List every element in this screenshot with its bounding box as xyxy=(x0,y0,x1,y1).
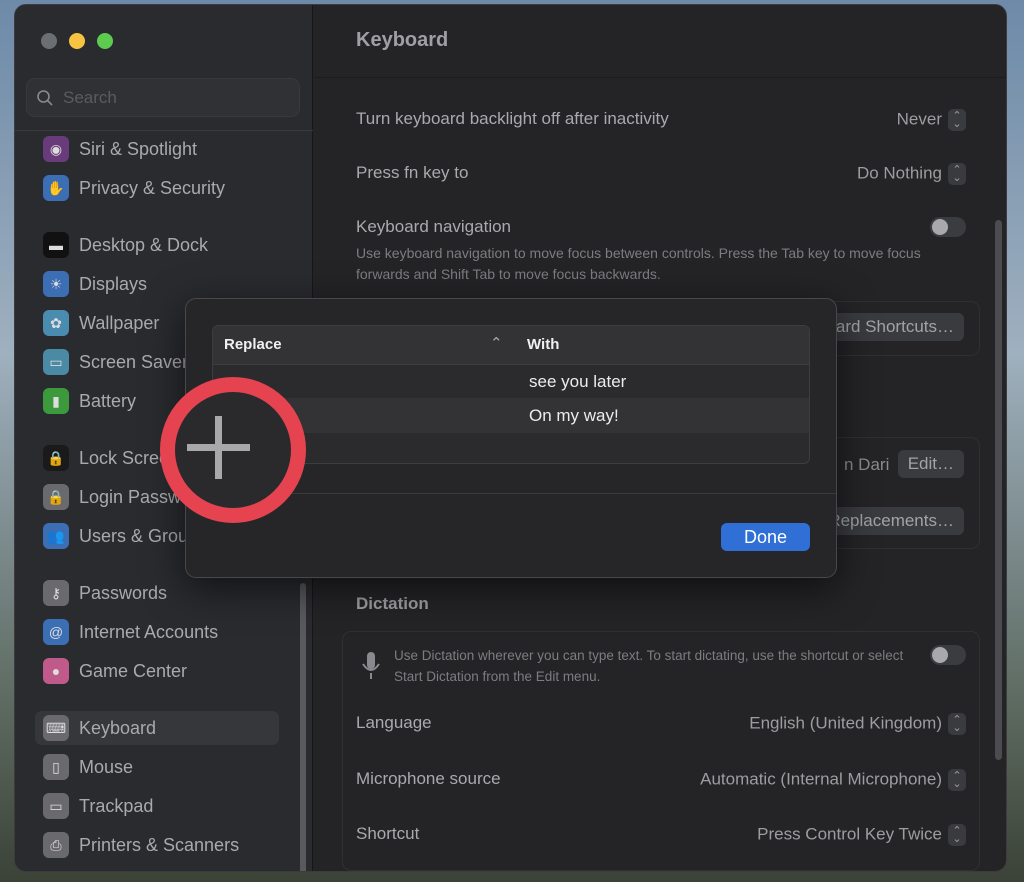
sidebar-item-label: Privacy & Security xyxy=(79,177,226,198)
sidebar-item-label: Mouse xyxy=(79,756,134,777)
minimize-button[interactable] xyxy=(69,33,85,49)
sidebar-item-label: Game Center xyxy=(79,660,188,681)
sidebar-item-desktop-dock[interactable]: ▬ Desktop & Dock xyxy=(35,228,279,262)
screen-saver-icon: ▭ xyxy=(43,349,69,375)
dictation-heading: Dictation xyxy=(356,594,429,613)
game-center-icon: ● xyxy=(43,658,69,684)
language-row: Language English (United Kingdom) ⌃ ⌄ xyxy=(356,713,966,735)
microphone-icon xyxy=(362,652,380,679)
key-icon: ⚷ xyxy=(43,580,69,606)
fn-key-value: Do Nothing xyxy=(856,163,942,183)
sidebar-item-siri-spotlight[interactable]: ◉ Siri & Spotlight xyxy=(35,132,279,166)
printer-icon: ⎙ xyxy=(43,832,69,858)
search-input[interactable]: Search xyxy=(26,78,300,117)
main-scrollbar[interactable] xyxy=(995,220,1002,760)
backlight-label: Turn keyboard backlight off after inacti… xyxy=(356,109,669,128)
table-row[interactable]: see you later xyxy=(213,365,809,399)
sidebar-item-mouse[interactable]: ▯ Mouse xyxy=(35,750,279,784)
sidebar-item-label: Battery xyxy=(79,390,137,411)
sidebar-item-label: Trackpad xyxy=(79,795,154,816)
keyboard-navigation-description: Use keyboard navigation to move focus be… xyxy=(356,245,921,282)
keyboard-navigation-label: Keyboard navigation xyxy=(356,217,512,236)
fn-key-label: Press fn key to xyxy=(356,163,469,182)
done-button[interactable]: Done xyxy=(721,523,810,551)
lock-icon: 🔒 xyxy=(43,445,69,471)
microphone-row: Microphone source Automatic (Internal Mi… xyxy=(356,769,966,791)
sidebar-item-privacy-security[interactable]: ✋ Privacy & Security xyxy=(35,171,279,205)
stepper-icon: ⌃ ⌄ xyxy=(948,109,966,131)
microphone-label: Microphone source xyxy=(356,769,501,788)
microphone-select[interactable]: Automatic (Internal Microphone) ⌃ ⌄ xyxy=(700,769,966,791)
sidebar-item-label: Screen Saver xyxy=(79,351,189,372)
padlock-icon: 🔒 xyxy=(43,484,69,510)
sidebar-item-label: Siri & Spotlight xyxy=(79,138,198,159)
input-source-label: n Dari xyxy=(844,455,890,474)
sidebar-item-label: Internet Accounts xyxy=(79,621,219,642)
search-placeholder: Search xyxy=(63,88,117,107)
sort-ascending-icon[interactable]: ⌃ xyxy=(490,334,503,352)
backlight-value: Never xyxy=(896,109,942,129)
sidebar-item-label: Wallpaper xyxy=(79,312,160,333)
language-value: English (United Kingdom) xyxy=(749,713,942,733)
sidebar-item-trackpad[interactable]: ▭ Trackpad xyxy=(35,789,279,823)
sun-icon: ☀ xyxy=(43,271,69,297)
keyboard-navigation-toggle[interactable] xyxy=(930,217,966,237)
dictation-toggle[interactable] xyxy=(930,645,966,665)
sidebar-item-printers-scanners[interactable]: ⎙ Printers & Scanners xyxy=(35,828,279,862)
siri-icon: ◉ xyxy=(43,136,69,162)
sidebar-item-keyboard[interactable]: ⌨ Keyboard xyxy=(35,711,279,745)
edit-button[interactable]: Edit… xyxy=(897,450,964,478)
keyboard-icon: ⌨ xyxy=(43,715,69,741)
fn-key-select[interactable]: Do Nothing ⌃ ⌄ xyxy=(857,163,966,185)
stepper-icon: ⌃ ⌄ xyxy=(948,824,966,846)
sidebar-item-label: Displays xyxy=(79,273,148,294)
mouse-icon: ▯ xyxy=(43,754,69,780)
sidebar-item-label: Desktop & Dock xyxy=(79,234,209,255)
battery-icon: ▮ xyxy=(43,388,69,414)
with-cell: see you later xyxy=(529,372,627,391)
users-icon: 👥 xyxy=(43,523,69,549)
backlight-row: Turn keyboard backlight off after inacti… xyxy=(356,109,966,131)
with-cell: On my way! xyxy=(529,406,619,425)
keyboard-navigation-row: Keyboard navigation Use keyboard navigat… xyxy=(356,217,966,285)
hand-icon: ✋ xyxy=(43,175,69,201)
dictation-description: Use Dictation wherever you can type text… xyxy=(394,648,904,684)
language-label: Language xyxy=(356,713,432,732)
sidebar-item-label: Passwords xyxy=(79,582,168,603)
microphone-value: Automatic (Internal Microphone) xyxy=(700,769,942,789)
fn-key-row: Press fn key to Do Nothing ⌃ ⌄ xyxy=(356,163,966,185)
column-with[interactable]: With xyxy=(527,336,559,353)
sidebar-item-passwords[interactable]: ⚷ Passwords xyxy=(35,576,279,610)
language-select[interactable]: English (United Kingdom) ⌃ ⌄ xyxy=(749,713,966,735)
stepper-icon: ⌃ ⌄ xyxy=(948,769,966,791)
sidebar-item-label: Keyboard xyxy=(79,717,157,738)
shortcut-value: Press Control Key Twice xyxy=(757,824,942,844)
sidebar-scrollbar[interactable] xyxy=(300,583,306,871)
backlight-select[interactable]: Never ⌃ ⌄ xyxy=(897,109,966,131)
divider xyxy=(15,130,313,131)
table-header: Replace ⌃ With xyxy=(213,326,809,365)
dock-icon: ▬ xyxy=(43,232,69,258)
shortcut-select[interactable]: Press Control Key Twice ⌃ ⌄ xyxy=(757,824,966,846)
shortcut-row: Shortcut Press Control Key Twice ⌃ ⌄ xyxy=(356,824,966,846)
at-icon: @ xyxy=(43,619,69,645)
shortcut-label: Shortcut xyxy=(356,824,420,843)
trackpad-icon: ▭ xyxy=(43,793,69,819)
sidebar-item-displays[interactable]: ☀ Displays xyxy=(35,267,279,301)
flower-icon: ✿ xyxy=(43,310,69,336)
column-replace[interactable]: Replace xyxy=(224,336,282,353)
stepper-icon: ⌃ ⌄ xyxy=(948,713,966,735)
zoom-button[interactable] xyxy=(97,33,113,49)
dictation-row: Use Dictation wherever you can type text… xyxy=(356,645,966,687)
page-title: Keyboard xyxy=(356,29,449,51)
add-icon[interactable] xyxy=(187,416,250,479)
close-button[interactable] xyxy=(41,33,57,49)
sidebar-item-internet-accounts[interactable]: @ Internet Accounts xyxy=(35,615,279,649)
sidebar-item-label: Printers & Scanners xyxy=(79,834,240,855)
search-icon xyxy=(37,90,53,106)
sidebar-item-game-center[interactable]: ● Game Center xyxy=(35,654,279,688)
stepper-icon: ⌃ ⌄ xyxy=(948,163,966,185)
